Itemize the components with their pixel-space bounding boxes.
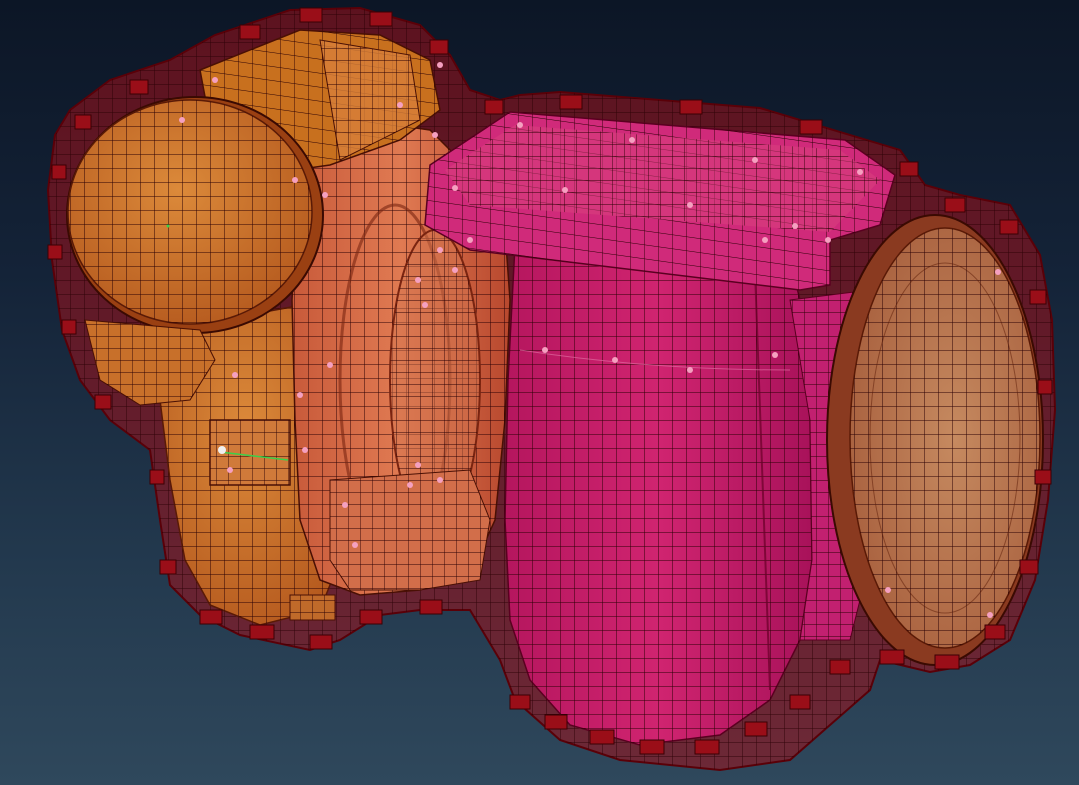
left-motor-cylinder[interactable] (66, 96, 324, 334)
3d-viewport[interactable] (0, 0, 1079, 785)
mesh-scene[interactable] (0, 0, 1079, 785)
right-tank-body[interactable] (504, 244, 813, 746)
right-end-disc[interactable] (826, 214, 1044, 666)
